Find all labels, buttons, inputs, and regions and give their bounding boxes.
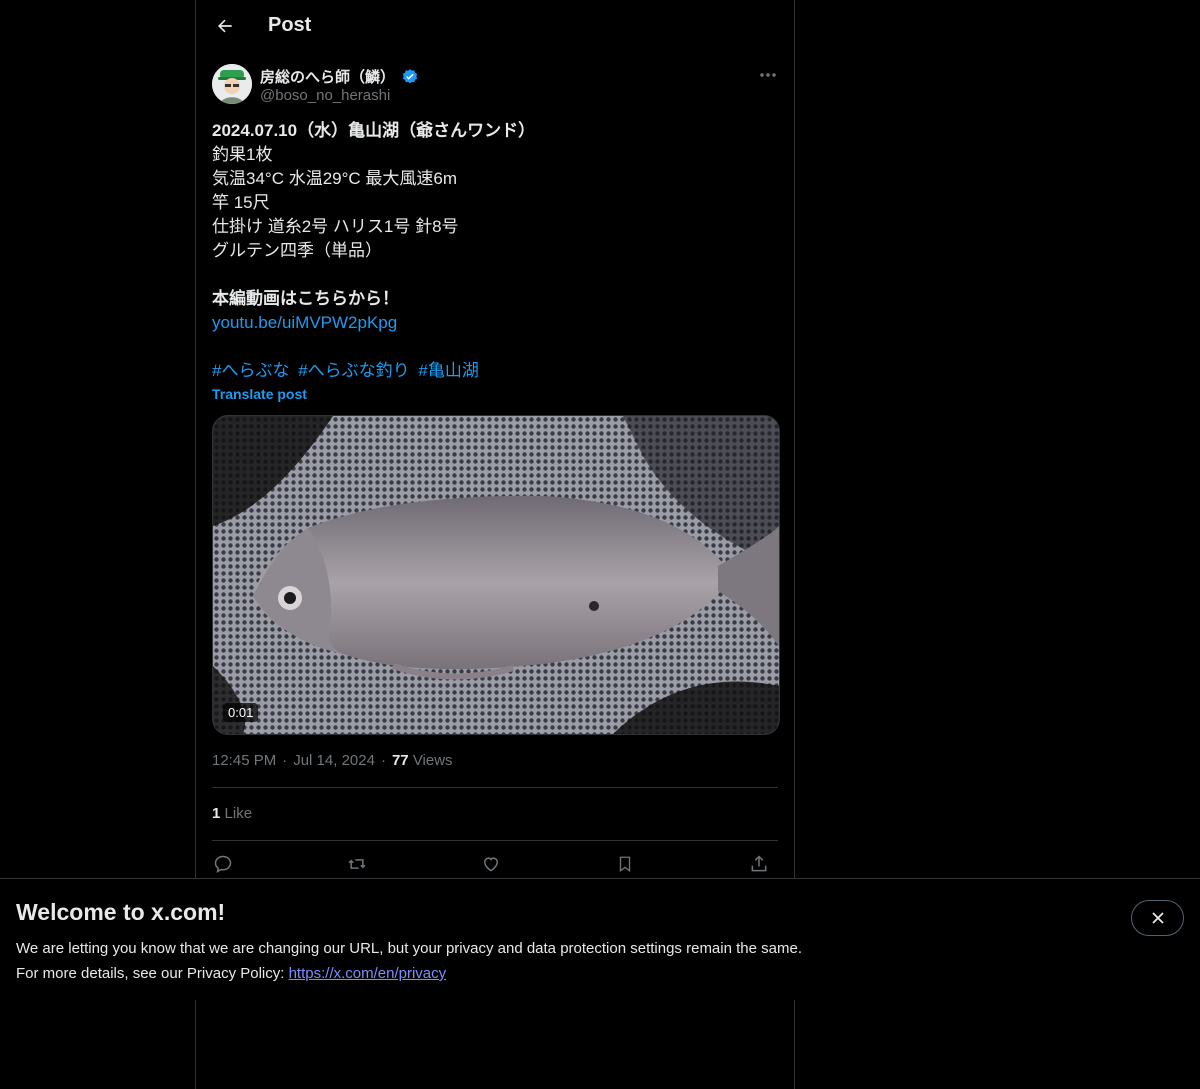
video-link[interactable]: youtu.be/uiMVPW2pKpg [212,311,778,335]
top-bar: Post [196,0,794,54]
bookmark-icon [619,856,631,873]
meta-separator: · [282,752,288,769]
banner-title: Welcome to x.com! [16,899,226,925]
video-duration: 0:01 [223,703,259,722]
post-line: 2024.07.10（水）亀山湖（爺さんワンド） [212,121,536,140]
divider [212,787,778,788]
more-button[interactable] [752,62,784,88]
avatar[interactable] [212,64,252,104]
welcome-banner: Welcome to x.com! We are letting you kno… [0,878,1200,1000]
banner-line: We are letting you know that we are chan… [16,940,802,957]
repost-icon [348,859,366,869]
meta-separator: · [380,752,386,769]
reply-icon [214,855,232,873]
post-line: グルテン四季（単品） [212,241,382,260]
likes-label: Like [224,805,253,822]
video-player[interactable]: 0:01 [212,415,780,735]
views: 77 Views [392,752,453,769]
like-button[interactable] [476,850,506,878]
video-thumbnail [213,416,779,734]
page-title: Post [268,14,312,36]
post-line: 気温34°C 水温29°C 最大風速6m [212,169,458,188]
post-line: 釣果1枚 [212,145,273,164]
translate-post-button[interactable]: Translate post [212,386,307,402]
post-line [212,263,778,287]
likes-count-link[interactable]: 1 Like [212,805,252,822]
hashtag-link[interactable]: #亀山湖 [418,361,478,380]
action-bar [212,850,778,878]
bookmark-button[interactable] [610,850,640,878]
close-banner-button[interactable] [1131,900,1184,936]
author-handle[interactable]: @boso_no_herashi [260,87,390,104]
divider [212,840,778,841]
post-line: 本編動画はこちらから！ [212,289,399,308]
close-icon [1151,912,1164,924]
share-icon [751,855,767,872]
post-date[interactable]: Jul 14, 2024 [293,752,375,769]
hashtag-link[interactable]: #へらぶな釣り [298,361,409,380]
banner-text: We are letting you know that we are chan… [16,936,802,986]
hashtag-link[interactable]: #へらぶな [212,361,289,380]
post-line: 竿 15尺 [212,193,270,212]
more-horizontal-icon [760,73,776,77]
author-name[interactable]: 房総のへら師（鱗） [260,66,419,87]
post-time[interactable]: 12:45 PM [212,752,276,769]
post-text: 2024.07.10（水）亀山湖（爺さんワンド） 釣果1枚 気温34°C 水温2… [212,119,778,383]
verified-badge-icon [402,68,418,83]
share-button[interactable] [744,850,774,878]
repost-button[interactable] [342,850,372,878]
arrow-left-icon [218,19,232,33]
views-count: 77 [391,752,409,769]
heart-icon [483,857,499,872]
banner-line: For more details, see our Privacy Policy… [16,961,802,986]
avatar-illustration [212,64,252,104]
post-metadata: 12:45 PM · Jul 14, 2024 · 77 Views [212,752,453,769]
likes-count: 1 [212,805,221,822]
reply-button[interactable] [208,850,238,878]
author-display-name: 房総のへら師（鱗） [260,69,396,86]
views-label: Views [412,752,453,769]
banner-line-prefix: For more details, see our Privacy Policy… [16,965,289,982]
back-button[interactable] [208,9,242,43]
hashtags: #へらぶな #へらぶな釣り #亀山湖 [212,359,778,383]
privacy-policy-link[interactable]: https://x.com/en/privacy [289,965,447,982]
post-line: 仕掛け 道糸2号 ハリス1号 針8号 [212,217,459,236]
